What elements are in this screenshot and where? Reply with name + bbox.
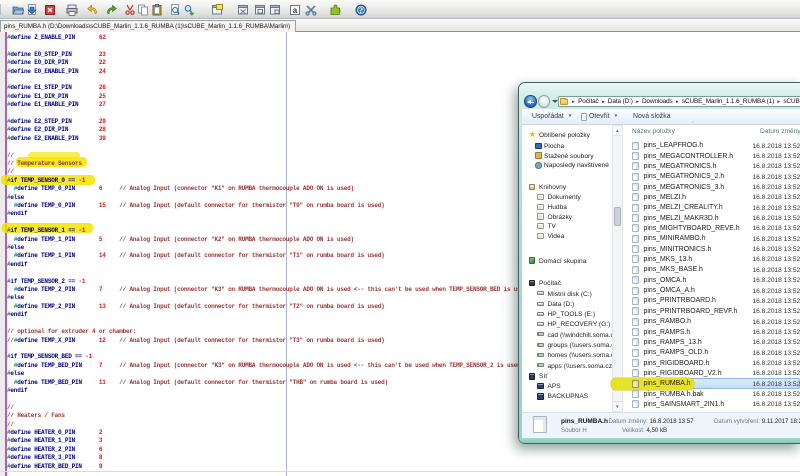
svg-text:a: a xyxy=(293,6,298,15)
svg-text:?: ? xyxy=(359,6,363,15)
